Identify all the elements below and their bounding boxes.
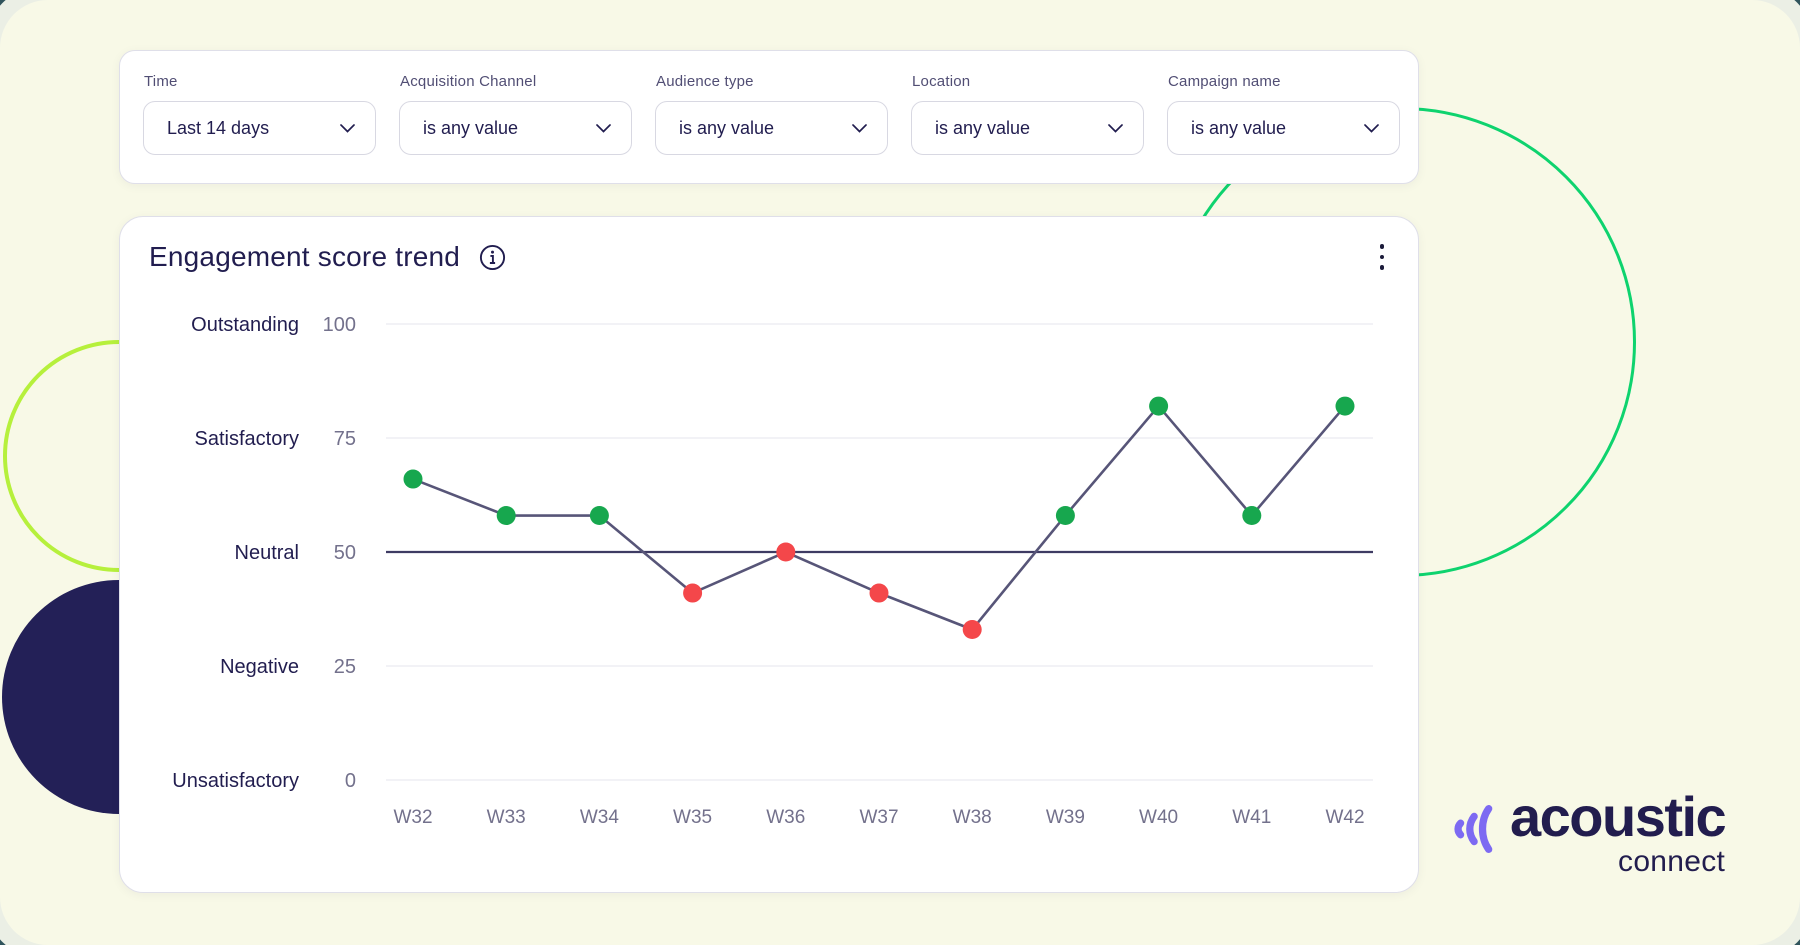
x-axis-label: W40 [1139, 807, 1178, 828]
chevron-down-icon [852, 124, 867, 133]
dropdown-value: is any value [423, 118, 518, 139]
x-axis-label: W36 [766, 807, 805, 828]
x-axis-label: W37 [859, 807, 898, 828]
data-point-w33[interactable] [497, 506, 516, 525]
chart-card: Engagement score trend Outstanding 100 Sat… [119, 216, 1419, 893]
filter-label: Time [144, 73, 376, 90]
dropdown-value: Last 14 days [167, 118, 269, 139]
filter-label: Campaign name [1168, 73, 1400, 90]
y-axis-category-label: Satisfactory [195, 428, 299, 450]
kebab-menu-button[interactable] [1373, 237, 1391, 277]
data-point-w34[interactable] [590, 506, 609, 525]
y-axis-tick-value: 25 [334, 656, 356, 678]
engagement-trend-chart: Outstanding 100 Satisfactory 75 Neutral 50 Neg… [131, 301, 1401, 841]
y-axis-category-label: Neutral [235, 542, 299, 564]
logo-text: acoustic connect [1510, 790, 1725, 879]
x-axis-label: W42 [1325, 807, 1364, 828]
soundwave-icon [1448, 796, 1510, 862]
data-point-w35[interactable] [683, 584, 702, 603]
y-axis-tick-value: 75 [334, 428, 356, 450]
data-point-w38[interactable] [963, 620, 982, 639]
logo-brand: acoustic [1510, 790, 1725, 844]
dropdown-value: is any value [1191, 118, 1286, 139]
info-icon[interactable] [479, 244, 506, 271]
data-point-w39[interactable] [1056, 506, 1075, 525]
dropdown-value: is any value [679, 118, 774, 139]
y-axis-category-label: Unsatisfactory [172, 770, 299, 792]
location-dropdown[interactable]: is any value [911, 101, 1144, 155]
y-axis-tick-value: 0 [345, 770, 356, 792]
filter-campaign-name: Campaign name is any value [1167, 73, 1400, 155]
x-axis-label: W41 [1232, 807, 1271, 828]
filter-acquisition-channel: Acquisition Channel is any value [399, 73, 632, 155]
x-axis-label: W32 [393, 807, 432, 828]
audience-type-dropdown[interactable]: is any value [655, 101, 888, 155]
data-point-w40[interactable] [1149, 397, 1168, 416]
data-point-w32[interactable] [404, 470, 423, 489]
chevron-down-icon [1364, 124, 1379, 133]
filter-label: Acquisition Channel [400, 73, 632, 90]
x-axis-label: W38 [953, 807, 992, 828]
filter-label: Audience type [656, 73, 888, 90]
dropdown-value: is any value [935, 118, 1030, 139]
filter-card: Time Last 14 days Acquisition Channel is an… [119, 50, 1419, 184]
acoustic-logo: acoustic connect [1448, 790, 1725, 879]
logo-product: connect [1618, 845, 1725, 879]
x-axis-label: W39 [1046, 807, 1085, 828]
chart-title: Engagement score trend [149, 241, 460, 273]
filter-location: Location is any value [911, 73, 1144, 155]
data-point-w36[interactable] [776, 543, 795, 562]
acquisition-channel-dropdown[interactable]: is any value [399, 101, 632, 155]
chevron-down-icon [596, 124, 611, 133]
chart-header: Engagement score trend [149, 241, 506, 273]
chevron-down-icon [1108, 124, 1123, 133]
filter-label: Location [912, 73, 1144, 90]
page-background: { "background": { "page_color": "#30545c… [0, 0, 1800, 945]
filter-time: Time Last 14 days [143, 73, 376, 155]
y-axis-category-label: Outstanding [191, 314, 299, 336]
campaign-name-dropdown[interactable]: is any value [1167, 101, 1400, 155]
x-axis-label: W33 [487, 807, 526, 828]
filter-audience-type: Audience type is any value [655, 73, 888, 155]
y-axis-tick-value: 100 [323, 314, 356, 336]
chevron-down-icon [340, 124, 355, 133]
data-point-w42[interactable] [1336, 397, 1355, 416]
x-axis-label: W35 [673, 807, 712, 828]
y-axis-category-label: Negative [220, 656, 299, 678]
y-axis-tick-value: 50 [334, 542, 356, 564]
data-point-w37[interactable] [870, 584, 889, 603]
x-axis-label: W34 [580, 807, 620, 828]
time-dropdown[interactable]: Last 14 days [143, 101, 376, 155]
data-point-w41[interactable] [1242, 506, 1261, 525]
filter-bar: Time Last 14 days Acquisition Channel is an… [143, 73, 1418, 155]
